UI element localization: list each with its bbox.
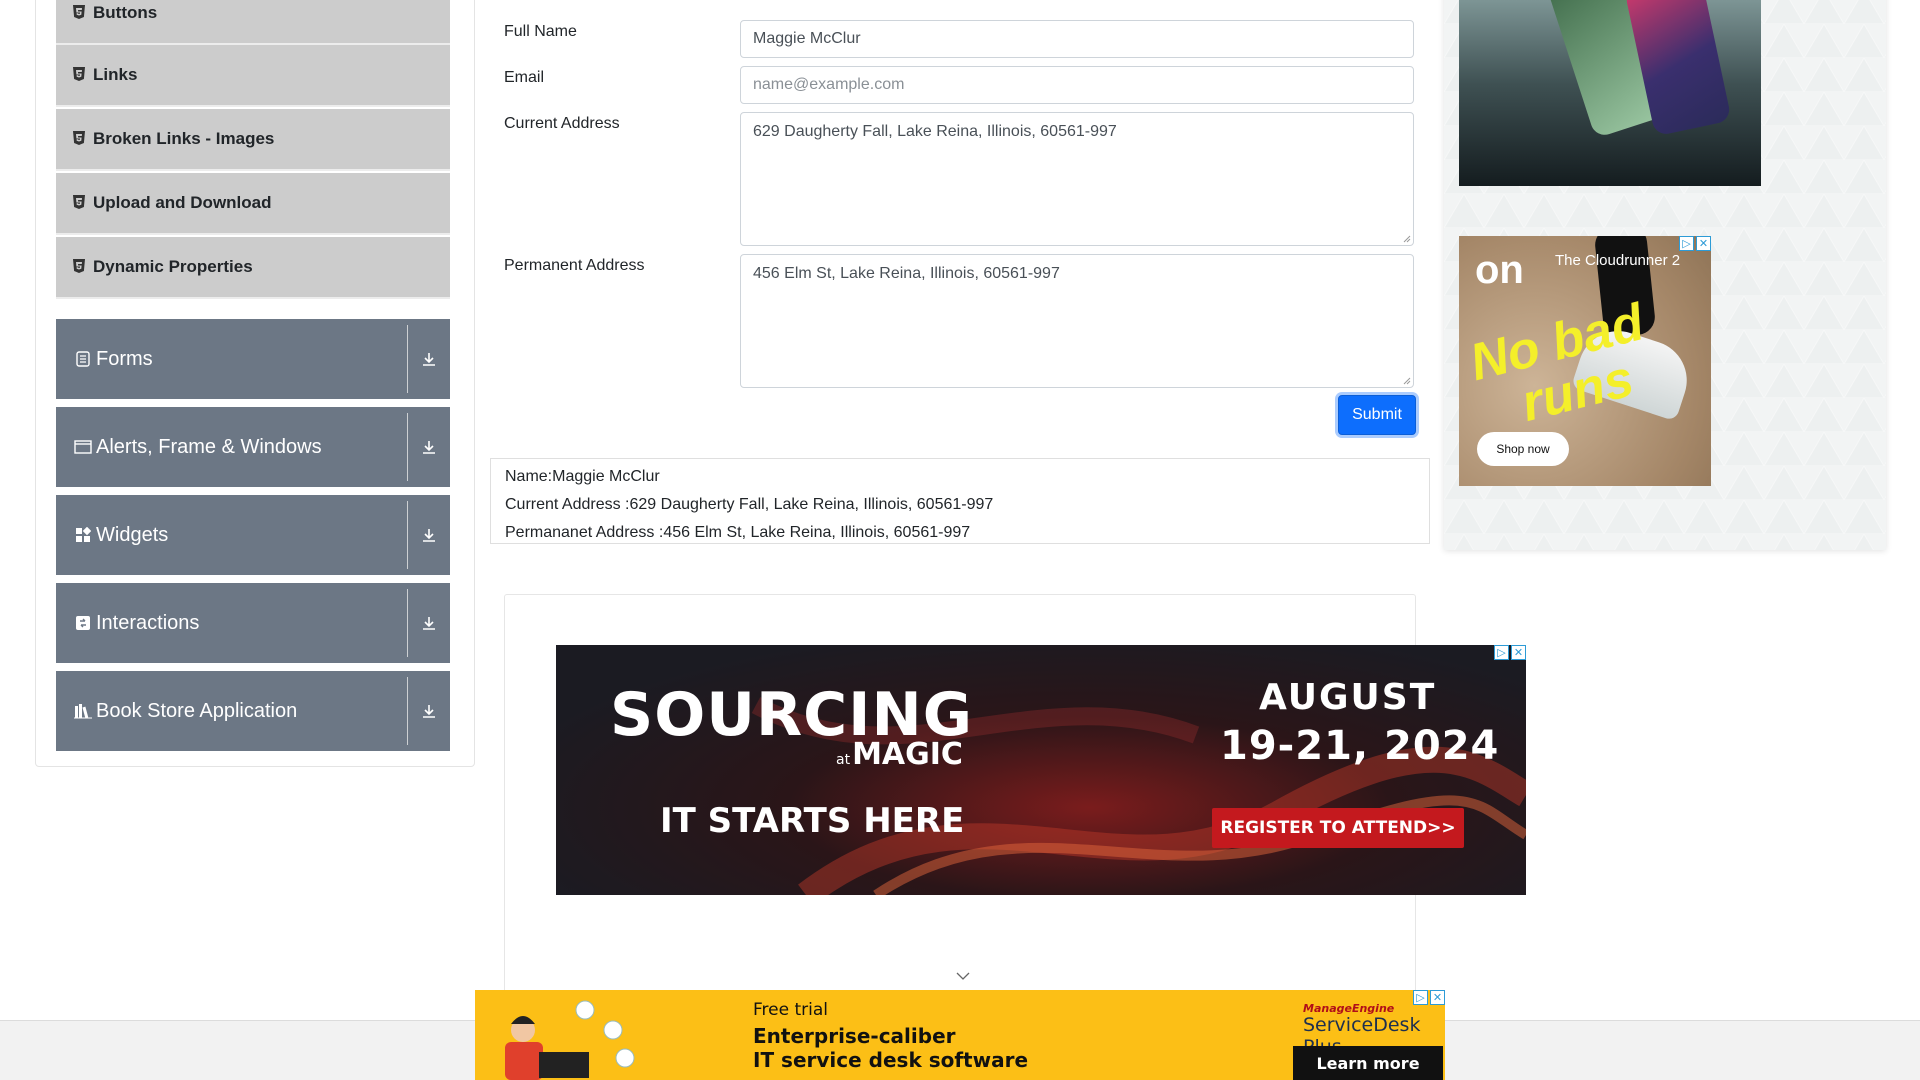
close-icon[interactable]: ✕ — [1696, 236, 1711, 251]
event-month: AUGUST — [1259, 677, 1437, 718]
shop-now-button[interactable]: Shop now — [1477, 432, 1569, 466]
ad-choices[interactable]: ▷ ✕ — [1494, 645, 1526, 660]
headline-line1: Enterprise-caliber — [753, 1024, 956, 1048]
adchoices-icon[interactable]: ▷ — [1679, 236, 1694, 251]
sidebar-item-broken-links[interactable]: Broken Links - Images — [56, 109, 450, 171]
learn-more-button[interactable]: Learn more — [1293, 1046, 1443, 1080]
at-text: at — [836, 752, 851, 768]
magic-text: MAGIC — [852, 737, 963, 772]
sidebar-item-label: Buttons — [93, 3, 158, 22]
output-permanent-address: Permananet Address :456 Elm St, Lake Rei… — [505, 524, 971, 541]
full-name-input[interactable]: Maggie McClur — [740, 20, 1414, 58]
chevron-down-icon[interactable] — [955, 971, 971, 981]
servicedesk-ad[interactable]: Free trial Enterprise-caliber IT service… — [475, 990, 1445, 1080]
permanent-address-value: 456 Elm St, Lake Reina, Illinois, 60561-… — [753, 265, 1060, 282]
html-icon — [73, 5, 87, 21]
group-label: Alerts, Frame & Windows — [96, 435, 322, 458]
sidebar-item-links[interactable]: Links — [56, 45, 450, 107]
download-arrow-icon[interactable] — [408, 615, 450, 631]
divider — [407, 325, 408, 393]
sidebar-group-widgets[interactable]: Widgets — [56, 495, 450, 575]
full-name-label: Full Name — [504, 23, 577, 40]
download-arrow-icon[interactable] — [408, 703, 450, 719]
html-icon — [73, 195, 87, 211]
register-button[interactable]: REGISTER TO ATTEND>> — [1212, 808, 1464, 848]
sidebar-item-dynamic-properties[interactable]: Dynamic Properties — [56, 237, 450, 299]
divider — [407, 413, 408, 481]
html-icon — [73, 131, 87, 147]
group-label: Forms — [96, 347, 153, 370]
free-trial-text: Free trial — [753, 1000, 828, 1020]
full-name-value: Maggie McClur — [753, 30, 861, 47]
download-arrow-icon[interactable] — [408, 527, 450, 543]
interactions-icon — [74, 614, 92, 632]
headline-line2: IT service desk software — [753, 1048, 1029, 1072]
shoe-headline: The Cloudrunner 2 — [1555, 252, 1681, 269]
email-input[interactable]: name@example.com — [740, 66, 1414, 104]
person-illustration — [505, 1000, 635, 1080]
sidebar-item-buttons[interactable]: Buttons — [56, 0, 450, 45]
download-arrow-icon[interactable] — [408, 351, 450, 367]
on-brand-logo: on — [1475, 248, 1524, 292]
books-icon — [74, 702, 92, 720]
sidebar-item-label: Links — [93, 65, 138, 84]
sidebar-group-forms[interactable]: Forms — [56, 319, 450, 399]
email-label: Email — [504, 69, 545, 86]
output-current-address: Current Address :629 Daugherty Fall, Lak… — [505, 496, 994, 513]
sidebar-group-interactions[interactable]: Interactions — [56, 583, 450, 663]
left-sidebar: Buttons Links Broken Links - Images Uplo… — [35, 0, 475, 767]
tagline: IT STARTS HERE — [660, 801, 965, 841]
permanent-address-textarea[interactable]: 456 Elm St, Lake Reina, Illinois, 60561-… — [740, 254, 1414, 388]
sidebar-group-book-store[interactable]: Book Store Application — [56, 671, 450, 751]
submit-button[interactable]: Submit — [1338, 395, 1416, 435]
group-label: Widgets — [96, 523, 169, 546]
current-address-textarea[interactable]: 629 Daugherty Fall, Lake Reina, Illinois… — [740, 112, 1414, 246]
ad-choices[interactable]: ▷ ✕ — [1413, 990, 1445, 1005]
group-label: Interactions — [96, 611, 200, 634]
close-icon[interactable]: ✕ — [1511, 645, 1526, 660]
current-address-label: Current Address — [504, 115, 620, 132]
sidebar-group-alerts[interactable]: Alerts, Frame & Windows — [56, 407, 450, 487]
phone-ad-image[interactable] — [1459, 0, 1761, 186]
form-icon — [74, 350, 92, 368]
sourcing-ad[interactable]: SOURCING atMAGIC IT STARTS HERE AUGUST 1… — [556, 645, 1526, 895]
current-address-value: 629 Daugherty Fall, Lake Reina, Illinois… — [753, 123, 1117, 140]
close-icon[interactable]: ✕ — [1430, 990, 1445, 1005]
divider — [407, 677, 408, 745]
adchoices-icon[interactable]: ▷ — [1413, 990, 1428, 1005]
html-icon — [73, 259, 87, 275]
sidebar-item-label: Upload and Download — [93, 193, 272, 212]
html-icon — [73, 67, 87, 83]
group-label: Book Store Application — [96, 699, 298, 722]
ad-choices[interactable]: ▷ ✕ — [1679, 236, 1711, 251]
widgets-icon — [74, 526, 92, 544]
shoe-ad[interactable]: on The Cloudrunner 2 No bad runs Shop no… — [1459, 236, 1711, 486]
event-days: 19-21, 2024 — [1220, 723, 1500, 769]
adchoices-icon[interactable]: ▷ — [1494, 645, 1509, 660]
output-box: Name:Maggie McClur Current Address :629 … — [490, 458, 1430, 544]
sidebar-item-upload-download[interactable]: Upload and Download — [56, 173, 450, 235]
download-arrow-icon[interactable] — [408, 439, 450, 455]
page: Buttons Links Broken Links - Images Uplo… — [0, 0, 1920, 1080]
permanent-address-label: Permanent Address — [504, 257, 645, 274]
at-magic: atMAGIC — [836, 737, 963, 772]
resize-handle-icon[interactable] — [1403, 235, 1411, 243]
resize-handle-icon[interactable] — [1403, 377, 1411, 385]
sidebar-item-label: Dynamic Properties — [93, 257, 253, 276]
sidebar-item-label: Broken Links - Images — [93, 129, 275, 148]
email-placeholder: name@example.com — [753, 76, 905, 93]
output-name: Name:Maggie McClur — [505, 468, 660, 485]
divider — [407, 501, 408, 569]
window-icon — [74, 438, 92, 456]
divider — [407, 589, 408, 657]
